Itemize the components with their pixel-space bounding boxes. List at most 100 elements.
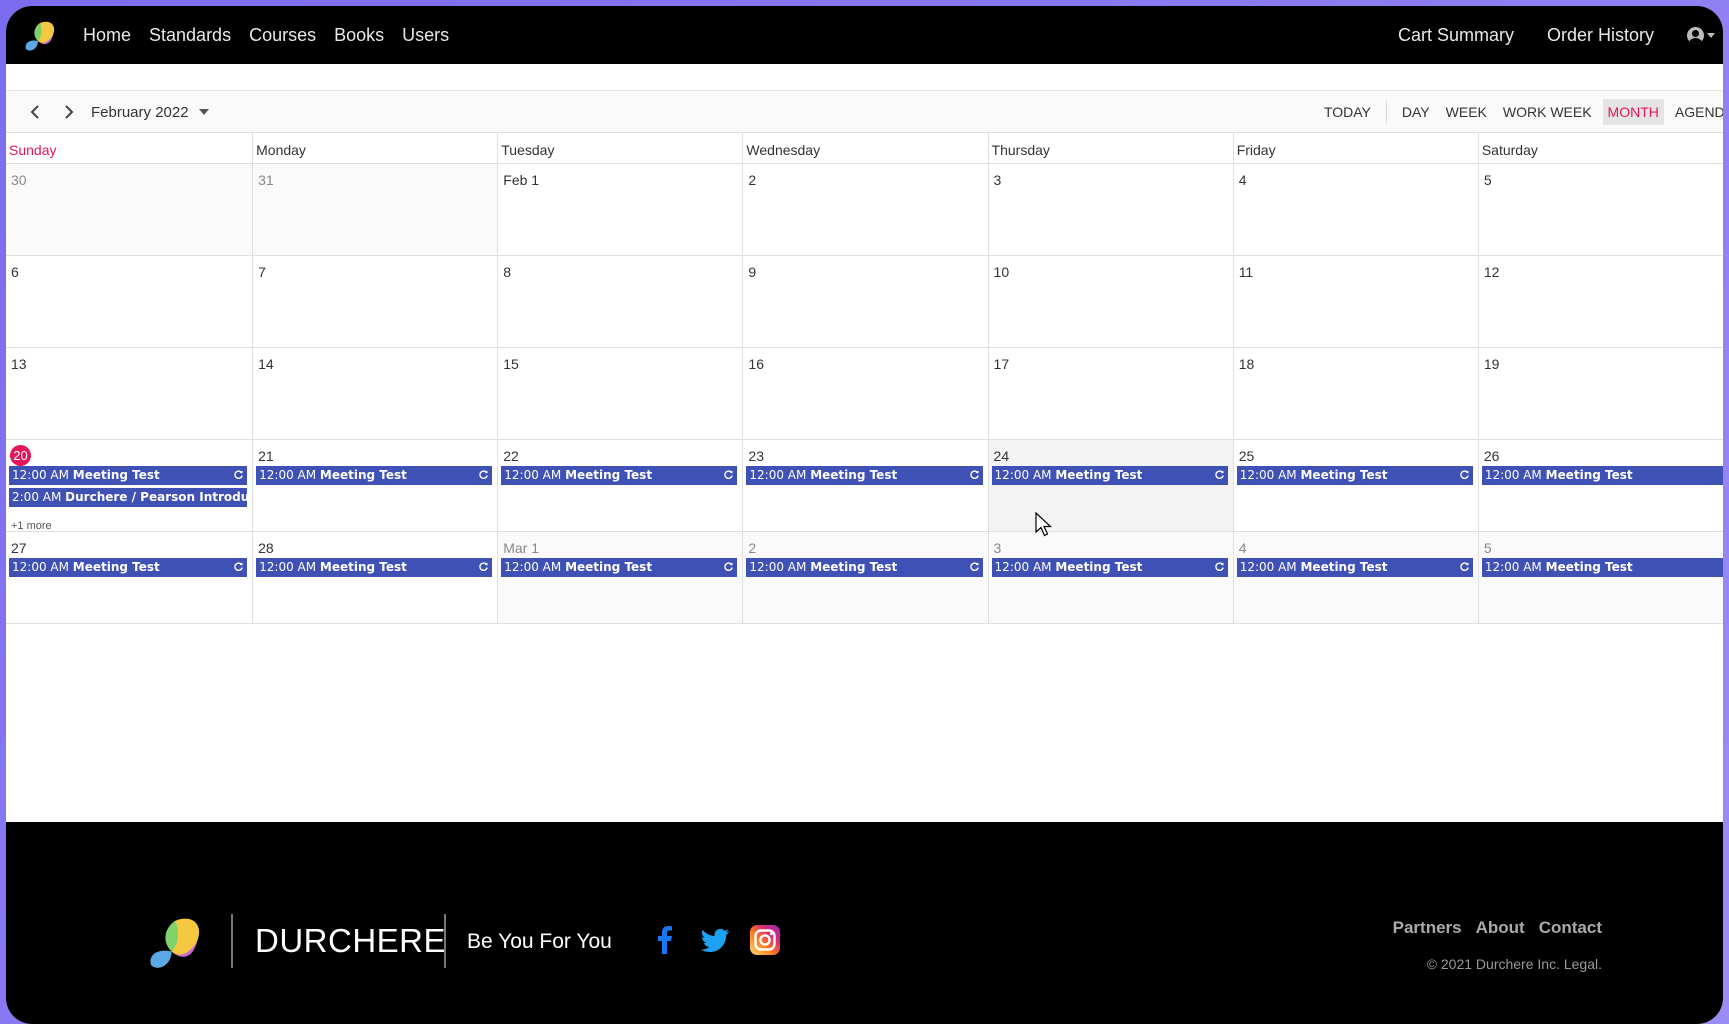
calendar-day-cell[interactable]: 4 12:00 AM Meeting Test — [1232, 532, 1478, 623]
calendar-day-cell[interactable]: 22 12:00 AM Meeting Test — [497, 440, 743, 531]
date-number[interactable]: 11 — [1239, 264, 1254, 280]
calendar-event[interactable]: 12:00 AM Meeting Test — [501, 466, 738, 485]
date-number[interactable]: 12 — [1484, 264, 1500, 280]
nav-home[interactable]: Home — [83, 25, 131, 46]
calendar-event[interactable]: 12:00 AM Meeting Test — [1481, 466, 1723, 485]
calendar-day-cell[interactable]: 15 — [497, 348, 743, 439]
calendar-event[interactable]: 12:00 AM Meeting Test — [501, 558, 738, 577]
calendar-day-cell[interactable]: 20 12:00 AM Meeting Test 2:00 AM Durchere … — [6, 440, 253, 532]
date-number[interactable]: 6 — [11, 264, 19, 280]
date-number[interactable]: 26 — [1484, 448, 1500, 464]
calendar-day-cell[interactable]: 23 12:00 AM Meeting Test — [742, 440, 988, 531]
nav-cart-summary[interactable]: Cart Summary — [1398, 25, 1514, 46]
date-number[interactable]: 28 — [258, 540, 274, 556]
calendar-event[interactable]: 12:00 AM Meeting Test — [256, 466, 493, 485]
calendar-day-cell[interactable]: 30 — [6, 164, 253, 255]
calendar-day-cell[interactable]: 14 — [252, 348, 498, 439]
calendar-day-cell[interactable]: 2 12:00 AM Meeting Test — [742, 532, 988, 623]
date-number[interactable]: 4 — [1239, 172, 1247, 188]
calendar-event[interactable]: 12:00 AM Meeting Test — [991, 466, 1228, 485]
calendar-event[interactable]: 2:00 AM Durchere / Pearson Introduc... — [9, 488, 248, 507]
date-number[interactable]: 30 — [11, 172, 27, 188]
date-number[interactable]: 2 — [748, 540, 756, 556]
calendar-day-cell[interactable]: 5 12:00 AM Meeting Test — [1477, 532, 1723, 623]
calendar-day-cell[interactable]: 26 12:00 AM Meeting Test — [1477, 440, 1723, 531]
date-range-picker[interactable]: February 2022 — [91, 91, 209, 133]
calendar-day-cell[interactable]: Mar 1 12:00 AM Meeting Test — [497, 532, 743, 623]
calendar-day-cell[interactable]: 31 — [252, 164, 498, 255]
calendar-day-cell[interactable]: 13 — [6, 348, 253, 439]
calendar-day-cell[interactable]: 28 12:00 AM Meeting Test — [252, 532, 498, 623]
date-number[interactable]: 16 — [748, 356, 764, 372]
date-number[interactable]: 15 — [503, 356, 519, 372]
calendar-day-cell[interactable]: 5 — [1477, 164, 1723, 255]
calendar-day-cell[interactable]: 3 12:00 AM Meeting Test — [987, 532, 1233, 623]
today-date-number[interactable]: 20 — [10, 445, 31, 466]
user-menu[interactable] — [1687, 26, 1715, 44]
calendar-day-cell[interactable]: 12 — [1477, 256, 1723, 347]
calendar-day-cell[interactable]: 2 — [742, 164, 988, 255]
nav-courses[interactable]: Courses — [249, 25, 316, 46]
calendar-event[interactable]: 12:00 AM Meeting Test — [1236, 466, 1473, 485]
footer-link-partners[interactable]: Partners — [1393, 918, 1462, 938]
date-number[interactable]: 24 — [994, 448, 1010, 464]
facebook-icon[interactable] — [649, 924, 681, 956]
date-number[interactable]: 21 — [258, 448, 274, 464]
date-number[interactable]: 13 — [11, 356, 27, 372]
calendar-event[interactable]: 12:00 AM Meeting Test — [746, 466, 983, 485]
next-month-button[interactable] — [58, 101, 80, 123]
calendar-day-cell[interactable]: 24 12:00 AM Meeting Test — [987, 440, 1233, 531]
calendar-event[interactable]: 12:00 AM Meeting Test — [9, 558, 248, 577]
twitter-icon[interactable] — [699, 924, 731, 956]
date-number[interactable]: 19 — [1484, 356, 1500, 372]
calendar-event[interactable]: 12:00 AM Meeting Test — [256, 558, 493, 577]
calendar-day-cell[interactable]: 6 — [6, 256, 253, 347]
calendar-event[interactable]: 12:00 AM Meeting Test — [991, 558, 1228, 577]
calendar-event[interactable]: 12:00 AM Meeting Test — [746, 558, 983, 577]
date-number[interactable]: 9 — [748, 264, 756, 280]
view-agenda-button[interactable]: AGENDA — [1670, 99, 1723, 125]
date-number[interactable]: 8 — [503, 264, 511, 280]
footer-link-contact[interactable]: Contact — [1539, 918, 1602, 938]
view-day-button[interactable]: DAY — [1397, 99, 1435, 125]
calendar-event[interactable]: 12:00 AM Meeting Test — [1236, 558, 1473, 577]
nav-books[interactable]: Books — [334, 25, 384, 46]
more-events-link[interactable]: +1 more — [11, 520, 52, 532]
view-week-button[interactable]: WEEK — [1441, 99, 1492, 125]
date-number[interactable]: 3 — [994, 172, 1002, 188]
date-number[interactable]: 5 — [1484, 172, 1492, 188]
date-number[interactable]: 22 — [503, 448, 519, 464]
date-number[interactable]: 7 — [258, 264, 266, 280]
calendar-day-cell[interactable]: 17 — [987, 348, 1233, 439]
view-work-week-button[interactable]: WORK WEEK — [1498, 99, 1597, 125]
date-number[interactable]: 23 — [748, 448, 764, 464]
instagram-icon[interactable] — [749, 924, 781, 956]
date-number[interactable]: Feb 1 — [503, 172, 539, 188]
calendar-day-cell[interactable]: Feb 1 — [497, 164, 743, 255]
date-number[interactable]: 4 — [1239, 540, 1247, 556]
calendar-event[interactable]: 12:00 AM Meeting Test — [9, 466, 248, 485]
calendar-event[interactable]: 12:00 AM Meeting Test — [1481, 558, 1723, 577]
calendar-day-cell[interactable]: 4 — [1232, 164, 1478, 255]
nav-order-history[interactable]: Order History — [1547, 25, 1654, 46]
date-number[interactable]: 17 — [994, 356, 1010, 372]
calendar-day-cell[interactable]: 11 — [1232, 256, 1478, 347]
date-number[interactable]: Mar 1 — [503, 540, 539, 556]
date-number[interactable]: 18 — [1239, 356, 1255, 372]
calendar-day-cell[interactable]: 18 — [1232, 348, 1478, 439]
calendar-day-cell[interactable]: 27 12:00 AM Meeting Test — [6, 532, 253, 623]
prev-month-button[interactable] — [24, 101, 46, 123]
calendar-day-cell[interactable]: 25 12:00 AM Meeting Test — [1232, 440, 1478, 531]
calendar-day-cell[interactable]: 21 12:00 AM Meeting Test — [252, 440, 498, 531]
calendar-day-cell[interactable]: 9 — [742, 256, 988, 347]
nav-standards[interactable]: Standards — [149, 25, 231, 46]
calendar-day-cell[interactable]: 16 — [742, 348, 988, 439]
calendar-day-cell[interactable]: 3 — [987, 164, 1233, 255]
today-button[interactable]: TODAY — [1319, 99, 1376, 125]
date-number[interactable]: 14 — [258, 356, 274, 372]
date-number[interactable]: 31 — [258, 172, 274, 188]
footer-link-about[interactable]: About — [1476, 918, 1525, 938]
date-number[interactable]: 5 — [1484, 540, 1492, 556]
butterfly-logo-icon[interactable] — [22, 19, 58, 53]
date-number[interactable]: 2 — [748, 172, 756, 188]
